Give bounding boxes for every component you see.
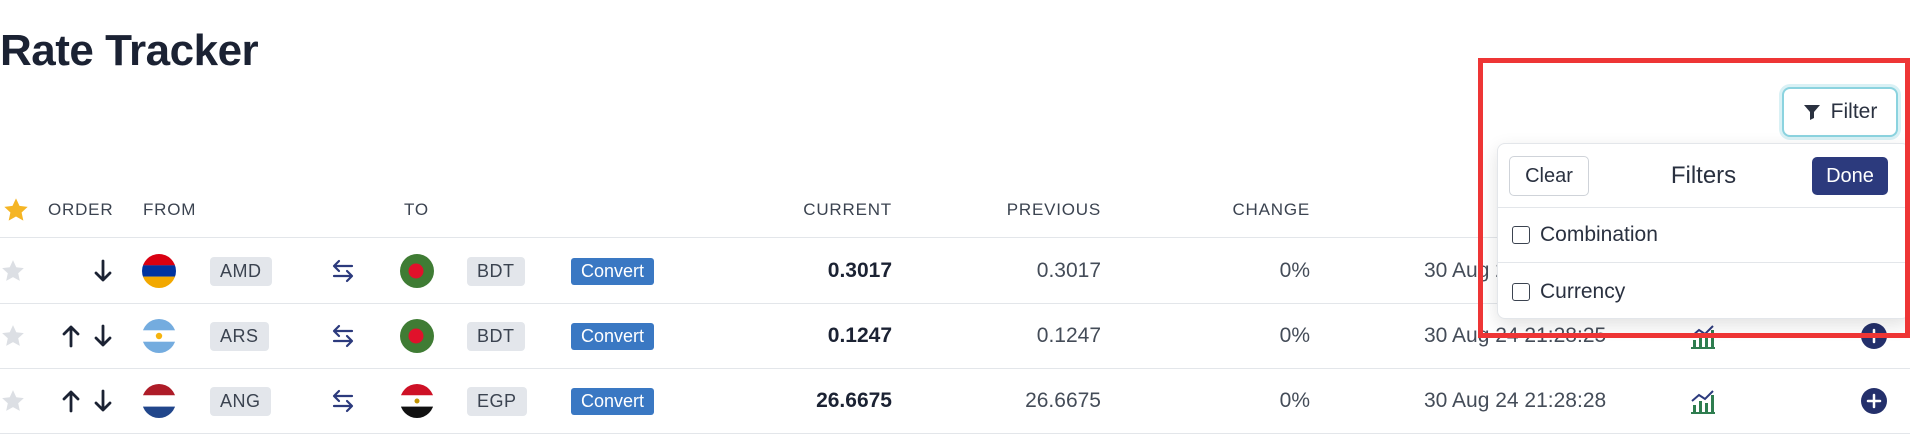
convert-button[interactable]: Convert <box>571 387 655 415</box>
flag-icon-bdt <box>400 304 434 368</box>
column-to[interactable]: TO <box>404 200 429 220</box>
swap-arrows-icon[interactable] <box>326 239 360 303</box>
arrow-down-icon[interactable] <box>92 388 114 414</box>
filter-button-label: Filter <box>1830 100 1878 123</box>
order-controls <box>50 304 114 368</box>
from-currency-code: ARS <box>210 321 269 351</box>
arrow-down-icon[interactable] <box>92 258 114 284</box>
from-currency-code: ANG <box>210 386 271 416</box>
current-rate: 26.6675 <box>816 389 892 412</box>
arrow-up-icon[interactable] <box>60 323 82 349</box>
flag-icon-amd <box>142 239 176 303</box>
clear-button[interactable]: Clear <box>1509 156 1589 196</box>
arrow-down-icon[interactable] <box>92 323 114 349</box>
convert-button[interactable]: Convert <box>571 322 655 350</box>
column-order[interactable]: ORDER <box>48 200 113 220</box>
plus-circle-icon[interactable] <box>1858 369 1890 433</box>
flag-icon-bdt <box>400 239 434 303</box>
star-icon[interactable] <box>2 196 30 224</box>
order-controls <box>50 239 114 303</box>
currency-checkbox[interactable] <box>1512 282 1530 301</box>
flag-icon-ars <box>142 304 176 368</box>
current-rate: 0.3017 <box>827 259 892 282</box>
filter-button[interactable]: Filter <box>1782 87 1898 137</box>
flag-icon-egp <box>400 369 434 433</box>
column-change[interactable]: CHANGE <box>1180 200 1310 220</box>
filter-option-label: Combination <box>1540 223 1658 246</box>
table-row: ANG EGP Convert 26.6675 26.6675 0% 30 Au… <box>0 369 1910 434</box>
page-title: Rate Tracker <box>0 26 259 75</box>
previous-rate: 0.1247 <box>1036 324 1101 347</box>
star-icon[interactable] <box>0 369 28 433</box>
column-current[interactable]: CURRENT <box>760 200 892 220</box>
filter-panel-header: Filters Clear Done <box>1498 144 1909 208</box>
star-icon[interactable] <box>0 304 28 368</box>
filter-option-label: Currency <box>1540 279 1626 303</box>
convert-button[interactable]: Convert <box>571 257 655 285</box>
combination-checkbox[interactable] <box>1512 226 1530 244</box>
star-icon[interactable] <box>0 239 28 303</box>
arrow-up-icon[interactable] <box>60 388 82 414</box>
rate-change: 0% <box>1279 259 1310 282</box>
to-currency-code: EGP <box>467 386 527 416</box>
to-currency-code: BDT <box>467 321 525 351</box>
column-previous[interactable]: PREVIOUS <box>960 200 1101 220</box>
filter-panel: Filters Clear Done Combination Currency <box>1497 143 1910 319</box>
column-from[interactable]: FROM <box>143 200 196 220</box>
filter-option-currency[interactable]: Currency <box>1498 264 1909 319</box>
updated-timestamp: 30 Aug 24 21:28:28 <box>1424 389 1607 412</box>
done-button[interactable]: Done <box>1812 157 1888 195</box>
previous-rate: 0.3017 <box>1036 259 1101 282</box>
to-currency-code: BDT <box>467 256 525 286</box>
order-controls <box>50 369 114 433</box>
filter-option-combination[interactable]: Combination <box>1498 208 1909 263</box>
flag-icon-ang <box>142 369 176 433</box>
current-rate: 0.1247 <box>827 324 892 347</box>
trend-chart-icon[interactable] <box>1686 369 1718 433</box>
rate-change: 0% <box>1279 324 1310 347</box>
rate-change: 0% <box>1279 389 1310 412</box>
previous-rate: 26.6675 <box>1025 389 1101 412</box>
funnel-icon <box>1803 105 1820 120</box>
from-currency-code: AMD <box>210 256 272 286</box>
swap-arrows-icon[interactable] <box>326 304 360 368</box>
swap-arrows-icon[interactable] <box>326 369 360 433</box>
